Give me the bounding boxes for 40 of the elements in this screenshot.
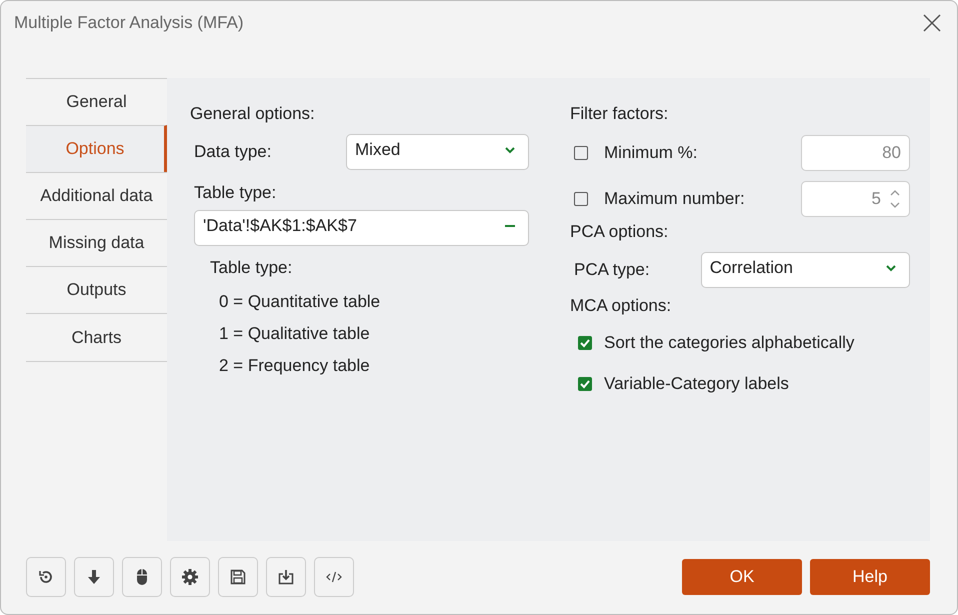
window-title: Multiple Factor Analysis (MFA): [14, 13, 244, 33]
checkbox-label: Variable-Category labels: [604, 374, 789, 394]
chevron-down-icon: [885, 264, 897, 272]
legend-line: 1 = Qualitative table: [218, 323, 371, 345]
chevron-down-icon: [504, 146, 516, 154]
field-label: Table type:: [193, 182, 278, 204]
toolbar-button[interactable]: [170, 557, 210, 597]
toolbar-button[interactable]: [74, 557, 114, 597]
reset-icon: [38, 569, 54, 585]
checkbox-label: Minimum %:: [604, 143, 699, 163]
section-heading: MCA options:: [570, 296, 672, 317]
range-input-field[interactable]: 'Data'!$AK$1:$AK$7: [194, 210, 529, 246]
checkbox-label: Maximum number:: [604, 189, 746, 209]
toolbar-button[interactable]: [122, 557, 162, 597]
arrow-down-icon: [87, 569, 101, 585]
mouse-icon: [136, 568, 148, 586]
checkbox[interactable]: [578, 376, 592, 390]
data-type-dropdown[interactable]: Mixed: [346, 134, 529, 170]
legend-line: 0 = Quantitative table: [218, 291, 382, 313]
legend-title: Table type:: [209, 258, 294, 279]
tab[interactable]: Options: [26, 125, 167, 172]
toolbar-button[interactable]: [266, 557, 306, 597]
checkbox[interactable]: [578, 336, 592, 350]
field-label: Data type:: [193, 142, 272, 162]
field-label: PCA type:: [573, 260, 651, 280]
toolbar-button[interactable]: [218, 557, 258, 597]
dialog-button[interactable]: Help: [810, 559, 930, 595]
toolbar-button[interactable]: [26, 557, 66, 597]
import-icon: [278, 569, 294, 585]
pca-type-dropdown[interactable]: Correlation: [700, 252, 910, 288]
code-icon: [326, 571, 342, 583]
section-heading: General options:: [190, 104, 316, 125]
gear-icon: [181, 568, 199, 586]
section-heading: PCA options:: [570, 222, 670, 243]
section-heading: Filter factors:: [570, 104, 670, 125]
dialog-button[interactable]: OK: [682, 559, 802, 595]
close-icon[interactable]: [923, 14, 941, 32]
legend-line: 2 = Frequency table: [218, 355, 371, 377]
minus-icon: [504, 224, 516, 228]
checkbox-label: Sort the categories alphabetically: [604, 332, 854, 352]
